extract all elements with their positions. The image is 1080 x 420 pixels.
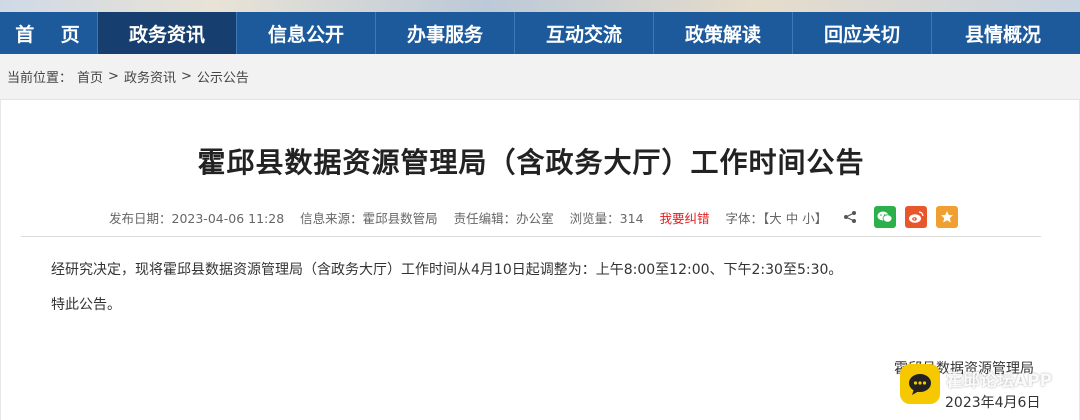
- favorite-star-icon[interactable]: [936, 206, 959, 228]
- share-icon[interactable]: [841, 208, 859, 226]
- report-error-link[interactable]: 我要纠错: [660, 208, 710, 227]
- nav-item-home[interactable]: 首 页: [0, 12, 98, 54]
- header-banner: [0, 0, 1080, 12]
- breadcrumb-notices-link[interactable]: 公示公告: [197, 67, 249, 86]
- publish-date: 发布日期：2023-04-06 11:28: [109, 210, 285, 226]
- breadcrumb-home-link[interactable]: 首页: [77, 67, 103, 86]
- nav-item-county-overview[interactable]: 县情概况: [932, 12, 1074, 54]
- article-closing: 特此公告。: [51, 297, 121, 313]
- breadcrumb-prefix: 当前位置：: [7, 71, 73, 86]
- view-count: 浏览量：314: [569, 210, 644, 226]
- meta-divider: [21, 236, 1041, 237]
- article-title: 霍邱县数据资源管理局（含政务大厅）工作时间公告: [197, 146, 865, 179]
- watermark-text: 霍邱论坛APP: [946, 371, 1053, 391]
- breadcrumb-separator: >: [108, 69, 119, 84]
- nav-item-services[interactable]: 办事服务: [376, 12, 515, 54]
- article-meta: 发布日期：2023-04-06 11:28 信息来源：霍邱县数管局 责任编辑：办…: [109, 206, 959, 228]
- breadcrumb-separator: >: [180, 69, 192, 84]
- info-source: 信息来源：霍邱县数管局: [300, 210, 438, 226]
- chat-bubble-icon: [900, 364, 940, 404]
- nav-item-info-disclosure[interactable]: 信息公开: [237, 12, 376, 54]
- nav-item-government-news[interactable]: 政务资讯: [98, 12, 237, 54]
- breadcrumb-news-link[interactable]: 政务资讯: [124, 67, 176, 86]
- article-paragraph: 经研究决定，现将霍邱县数据资源管理局（含政务大厅）工作时间从4月10日起调整为：…: [51, 262, 843, 278]
- font-size-selector[interactable]: 字体：【大 中 小】: [726, 208, 828, 227]
- breadcrumb: 当前位置： 首页 > 政务资讯 > 公示公告: [0, 54, 1080, 100]
- nav-item-policy-interpretation[interactable]: 政策解读: [654, 12, 793, 54]
- wechat-icon[interactable]: [874, 206, 897, 228]
- weibo-icon[interactable]: [905, 206, 928, 228]
- main-nav: 首 页 政务资讯 信息公开 办事服务 互动交流 政策解读 回应关切 县情概况: [0, 12, 1080, 54]
- nav-item-interaction[interactable]: 互动交流: [515, 12, 654, 54]
- nav-item-responses[interactable]: 回应关切: [793, 12, 932, 54]
- signature-date: 2023年4月6日: [945, 395, 1041, 411]
- responsible-editor: 责任编辑：办公室: [453, 210, 554, 226]
